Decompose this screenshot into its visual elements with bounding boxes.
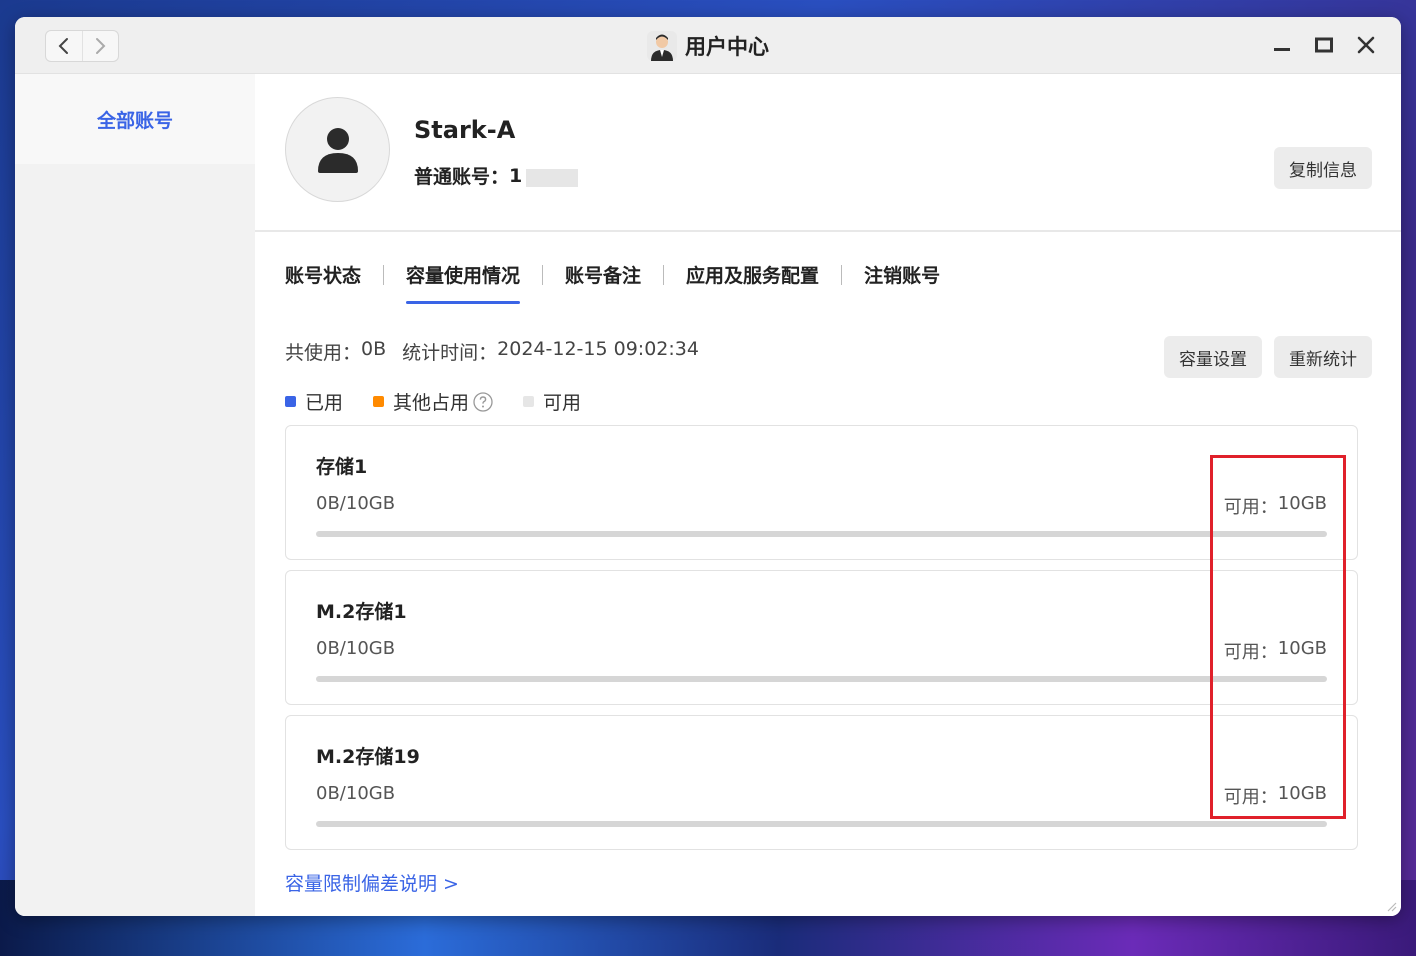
legend-label-available: 可用	[543, 392, 582, 414]
account-info: 普通账号： 1	[414, 162, 579, 189]
tab-account-notes[interactable]: 账号备注	[565, 261, 641, 304]
header-divider	[255, 230, 1401, 232]
question-circle-icon	[473, 391, 493, 412]
tab-separator	[841, 265, 843, 285]
tab-bar: 账号状态 容量使用情况 账号备注 应用及服务配置 注销账号	[285, 261, 940, 304]
legend: 已用 其他占用 可用	[285, 388, 611, 415]
tab-capacity-usage[interactable]: 容量使用情况	[406, 261, 521, 304]
legend-swatch-other	[373, 396, 385, 407]
close-button[interactable]	[1352, 31, 1380, 59]
close-icon	[1357, 36, 1375, 54]
recount-button[interactable]: 重新统计	[1274, 336, 1372, 378]
stat-time-value: 2024-12-15 09:02:34	[497, 338, 699, 360]
capacity-settings-button[interactable]: 容量设置	[1164, 336, 1262, 378]
user-name: Stark-A	[414, 116, 516, 144]
tab-account-status[interactable]: 账号状态	[285, 261, 361, 304]
stat-time-label: 统计时间：	[402, 342, 498, 364]
storage-name: 存储1	[316, 456, 368, 478]
storage-usage-bar	[316, 821, 1327, 827]
storage-usage: 0B/10GB	[316, 493, 396, 514]
legend-swatch-available	[523, 396, 535, 407]
resize-grip-icon[interactable]	[1385, 900, 1397, 912]
copy-info-button[interactable]: 复制信息	[1274, 147, 1372, 189]
storage-name: M.2存储19	[316, 746, 420, 768]
account-type-label: 普通账号：	[414, 166, 510, 188]
sidebar: 全部账号	[15, 74, 255, 916]
window-title: 用户中心	[685, 34, 769, 59]
capacity-deviation-link[interactable]: 容量限制偏差说明 >	[285, 869, 459, 896]
total-used-value: 0B	[361, 338, 387, 360]
account-id: 1	[509, 164, 523, 187]
minimize-icon	[1274, 48, 1290, 51]
storage-usage-bar	[316, 531, 1327, 537]
sidebar-item-label: 全部账号	[96, 109, 173, 132]
storage-name: M.2存储1	[316, 601, 407, 623]
usage-summary: 共使用： 0B 统计时间： 2024-12-15 09:02:34	[285, 338, 699, 365]
storage-usage-bar	[316, 676, 1327, 682]
total-used-label: 共使用：	[285, 342, 362, 364]
tab-separator	[383, 265, 385, 285]
window-title-area: 用户中心	[15, 17, 1401, 74]
user-center-window: 用户中心 全部账号 Stark-A 普通账号： 1 复制信息 账号状态 容量使用…	[15, 17, 1401, 916]
tab-separator	[663, 265, 665, 285]
maximize-button[interactable]	[1310, 31, 1338, 59]
main-content: Stark-A 普通账号： 1 复制信息 账号状态 容量使用情况 账号备注 应用…	[255, 74, 1401, 916]
storage-card: 存储1 0B/10GB 可用： 10GB	[285, 425, 1358, 560]
user-center-app-icon	[647, 30, 677, 61]
storage-usage: 0B/10GB	[316, 638, 396, 659]
tab-delete-account[interactable]: 注销账号	[864, 261, 940, 304]
legend-item-used: 已用	[285, 388, 343, 415]
storage-usage: 0B/10GB	[316, 783, 396, 804]
account-id-redaction	[526, 168, 579, 187]
tab-app-service-config[interactable]: 应用及服务配置	[686, 261, 819, 304]
storage-card: M.2存储19 0B/10GB 可用： 10GB	[285, 715, 1358, 850]
maximize-icon	[1315, 37, 1333, 53]
minimize-button[interactable]	[1268, 31, 1296, 59]
tab-separator	[542, 265, 544, 285]
legend-item-available: 可用	[523, 388, 581, 415]
legend-item-other: 其他占用	[373, 388, 493, 415]
user-icon	[317, 127, 358, 173]
legend-label-other: 其他占用	[393, 392, 470, 414]
storage-card: M.2存储1 0B/10GB 可用： 10GB	[285, 570, 1358, 705]
help-icon[interactable]	[473, 391, 493, 412]
legend-label-used: 已用	[305, 392, 344, 414]
highlight-box	[1210, 455, 1346, 819]
title-bar: 用户中心	[15, 17, 1401, 74]
sidebar-item-all-accounts[interactable]: 全部账号	[15, 74, 255, 164]
legend-swatch-used	[285, 396, 296, 407]
avatar	[285, 97, 390, 202]
